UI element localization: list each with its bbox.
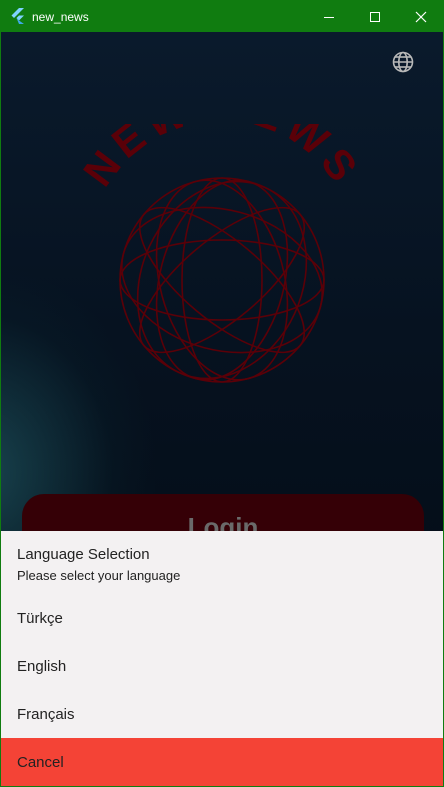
language-option-english[interactable]: English xyxy=(1,644,443,692)
maximize-icon xyxy=(370,11,380,22)
globe-icon xyxy=(392,51,414,73)
minimize-icon xyxy=(324,16,334,18)
language-option-label: Türkçe xyxy=(17,610,63,627)
app-content: NEW NEWS Login Language Selection Please… xyxy=(1,32,443,786)
language-button[interactable] xyxy=(391,50,415,74)
maximize-button[interactable] xyxy=(352,1,398,32)
sheet-subtitle: Please select your language xyxy=(17,568,181,583)
flutter-logo-icon xyxy=(11,8,24,24)
language-option-turkish[interactable]: Türkçe xyxy=(1,596,443,644)
sheet-title: Language Selection xyxy=(17,546,150,563)
new-news-logo: NEW NEWS xyxy=(74,124,364,383)
title-bar[interactable]: new_news xyxy=(1,1,443,32)
language-option-label: English xyxy=(17,658,67,675)
app-window: new_news NE WS Login Language Selection … xyxy=(0,0,444,787)
language-option-label: Français xyxy=(17,706,75,723)
minimize-button[interactable] xyxy=(306,1,352,32)
cancel-button[interactable]: Cancel xyxy=(1,738,443,786)
language-option-french[interactable]: Français xyxy=(1,692,443,740)
close-icon xyxy=(415,11,427,22)
window-title: new_news xyxy=(32,10,89,24)
cancel-button-label: Cancel xyxy=(17,754,64,771)
logo-globe xyxy=(119,177,325,383)
language-selection-sheet: Language Selection Please select your la… xyxy=(1,531,443,786)
close-button[interactable] xyxy=(398,1,443,32)
